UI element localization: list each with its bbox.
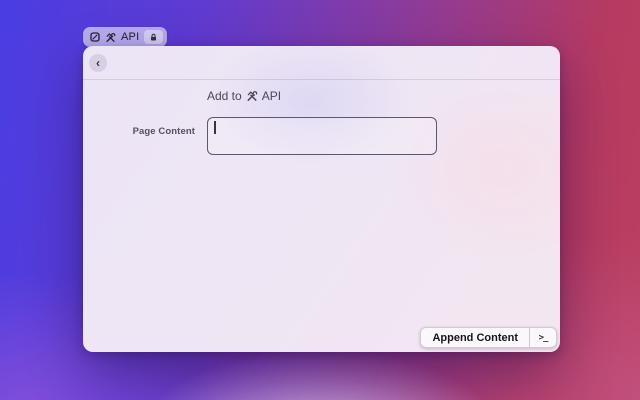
hammer-wrench-icon xyxy=(105,32,116,43)
title-prefix: Add to xyxy=(207,89,242,103)
shortcut-input-window: ‹ Add to API Page Content Append Content… xyxy=(83,46,560,352)
back-button[interactable]: ‹ xyxy=(89,54,107,72)
window-title: Add to API xyxy=(207,89,281,103)
title-suffix: API xyxy=(262,89,281,103)
page-content-input[interactable] xyxy=(207,117,437,155)
page-content-label: Page Content xyxy=(0,126,195,137)
lock-chip xyxy=(144,30,163,44)
window-header: ‹ xyxy=(83,46,560,80)
shortcut-tab-pill[interactable]: API xyxy=(83,27,167,47)
hammer-wrench-icon xyxy=(246,90,258,102)
tab-label: API xyxy=(121,31,139,43)
append-content-button[interactable]: Append Content xyxy=(421,328,529,347)
terminal-icon-button[interactable]: >_ xyxy=(530,328,556,347)
lock-icon xyxy=(149,33,158,42)
append-content-control: Append Content >_ xyxy=(420,327,557,348)
page-content-field-wrap xyxy=(207,117,437,155)
app-icon xyxy=(90,32,100,42)
